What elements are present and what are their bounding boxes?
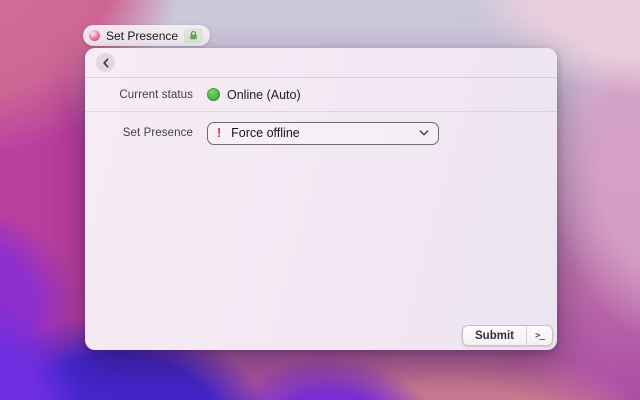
window-tab[interactable]: Set Presence: [83, 25, 211, 46]
terminal-shortcut-button[interactable]: >_: [527, 326, 552, 345]
current-status-label: Current status: [119, 88, 193, 101]
tab-title: Set Presence: [106, 28, 179, 43]
presence-selected-value: Force offline: [231, 126, 300, 140]
current-status-value: Online (Auto): [227, 87, 301, 102]
submit-button-group: Submit >_: [462, 325, 553, 346]
set-presence-window: Current status Online (Auto) Set Presenc…: [85, 48, 557, 350]
lock-icon: [184, 28, 204, 43]
submit-button[interactable]: Submit: [463, 326, 526, 345]
presence-select[interactable]: ! Force offline: [207, 121, 439, 145]
current-status-row: Current status Online (Auto): [85, 78, 557, 112]
back-button[interactable]: [96, 53, 115, 72]
chevron-left-icon: [102, 57, 110, 68]
chevron-down-icon: [419, 130, 429, 136]
desktop-wallpaper: Set Presence Current status Online (Auto…: [0, 0, 640, 400]
app-favicon-icon: [89, 30, 100, 41]
online-status-icon: [207, 88, 220, 101]
set-presence-row: Set Presence ! Force offline: [85, 121, 557, 145]
alert-icon: !: [217, 126, 222, 140]
window-header: [85, 48, 557, 78]
set-presence-label: Set Presence: [122, 127, 193, 139]
